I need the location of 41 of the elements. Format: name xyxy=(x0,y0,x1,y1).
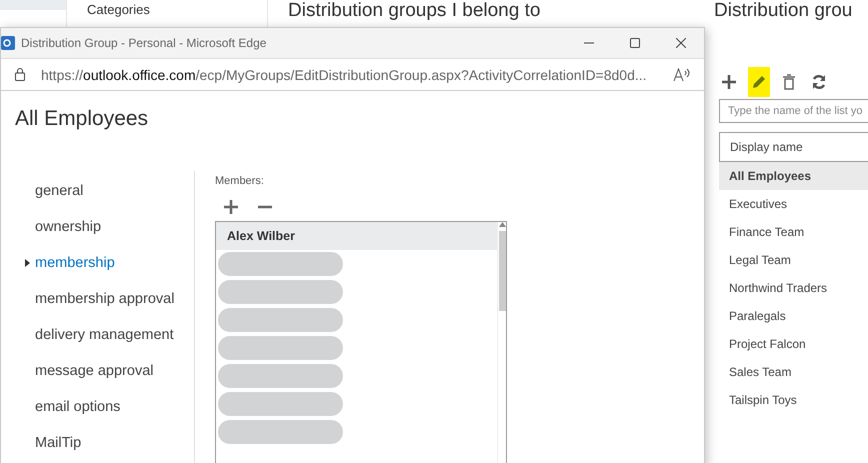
read-aloud-icon[interactable] xyxy=(673,68,690,82)
window-title: Distribution Group - Personal - Microsoft Edge xyxy=(21,36,268,50)
toolbar-button[interactable] xyxy=(748,67,770,97)
pointer-icon xyxy=(25,259,30,267)
section-link[interactable]: MailTip xyxy=(15,425,194,461)
pencil-icon xyxy=(751,74,767,90)
address-url[interactable]: https://outlook.office.com/ecp/MyGroups/EditDistributionGroup.aspx?ActivityCorrelationID=8d0d... xyxy=(41,66,657,82)
refresh-icon xyxy=(811,74,827,90)
nav-item[interactable]: Categories xyxy=(87,2,267,17)
list-row[interactable]: Paralegals xyxy=(719,302,868,330)
column-header[interactable]: Display name xyxy=(719,132,868,162)
section-link[interactable]: membership xyxy=(15,245,194,281)
plus-icon[interactable] xyxy=(223,199,239,215)
section-link[interactable]: message approval xyxy=(15,353,194,389)
page-heading: Distribution grou xyxy=(714,0,854,22)
list-row[interactable]: Legal Team xyxy=(719,246,868,274)
maximize-icon xyxy=(630,38,640,48)
list-row[interactable]: Tailspin Toys xyxy=(719,386,868,414)
list-row[interactable]: Northwind Traders xyxy=(719,274,868,302)
minimize-icon xyxy=(584,42,594,44)
list-row[interactable]: Project Falcon xyxy=(719,330,868,358)
section-link[interactable]: ownership xyxy=(15,209,194,245)
plus-icon xyxy=(721,74,737,90)
section-link[interactable]: delivery management xyxy=(15,317,194,353)
list-row[interactable]: Sales Team xyxy=(719,358,868,386)
lock-icon xyxy=(15,68,25,81)
group-title: All Employees xyxy=(15,107,150,131)
scrollbar-thumb[interactable] xyxy=(498,231,506,311)
section-link[interactable]: membership approval xyxy=(15,281,194,317)
section-link[interactable]: email options xyxy=(15,389,194,425)
scroll-up-icon[interactable] xyxy=(498,222,506,227)
list-row[interactable]: Executives xyxy=(719,190,868,218)
trash-icon xyxy=(782,74,796,90)
section-link[interactable]: general xyxy=(15,173,194,209)
members-label: Members: xyxy=(215,175,265,187)
member-row[interactable]: Alex Wilber xyxy=(216,222,497,250)
list-row[interactable]: All Employees xyxy=(719,162,868,190)
close-icon xyxy=(676,38,686,48)
page-heading: Distribution groups I belong to xyxy=(288,0,542,22)
search-field[interactable]: Type the name of the list yo xyxy=(719,99,868,123)
list-row[interactable]: Finance Team xyxy=(719,218,868,246)
